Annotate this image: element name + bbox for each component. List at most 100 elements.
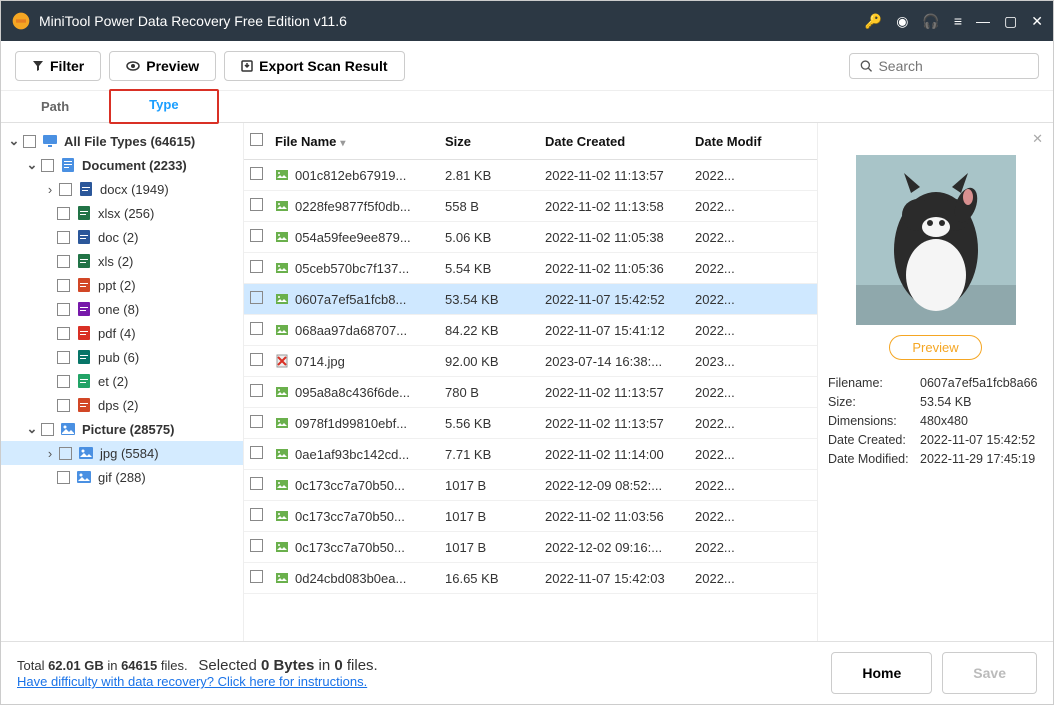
col-name[interactable]: File Name xyxy=(275,134,336,149)
col-modified[interactable]: Date Modif xyxy=(689,123,817,160)
checkbox[interactable] xyxy=(250,446,263,459)
col-created[interactable]: Date Created xyxy=(539,123,689,160)
filetype-icon xyxy=(76,349,92,365)
tree-item[interactable]: pdf (4) xyxy=(1,321,243,345)
checkbox[interactable] xyxy=(57,231,70,244)
file-created: 2022-11-07 15:41:12 xyxy=(539,315,689,346)
tab-path[interactable]: Path xyxy=(1,91,109,122)
tree-item[interactable]: one (8) xyxy=(1,297,243,321)
table-row[interactable]: 0607a7ef5a1fcb8...53.54 KB2022-11-07 15:… xyxy=(244,284,817,315)
checkbox[interactable] xyxy=(250,322,263,335)
table-row[interactable]: 0ae1af93bc142cd...7.71 KB2022-11-02 11:1… xyxy=(244,439,817,470)
tree-item[interactable]: xlsx (256) xyxy=(1,201,243,225)
checkbox[interactable] xyxy=(250,260,263,273)
tree-item[interactable]: xls (2) xyxy=(1,249,243,273)
image-file-icon xyxy=(275,168,289,182)
file-size: 1017 B xyxy=(439,470,539,501)
search-box[interactable] xyxy=(849,53,1039,79)
image-file-icon xyxy=(275,199,289,213)
checkbox[interactable] xyxy=(250,415,263,428)
checkbox[interactable] xyxy=(57,303,70,316)
table-row[interactable]: 0c173cc7a70b50...1017 B2022-11-02 11:03:… xyxy=(244,501,817,532)
table-row[interactable]: 0d24cbd083b0ea...16.65 KB2022-11-07 15:4… xyxy=(244,563,817,594)
help-link[interactable]: Have difficulty with data recovery? Clic… xyxy=(17,674,367,689)
preview-open-button[interactable]: Preview xyxy=(889,335,981,360)
image-file-icon xyxy=(275,447,289,461)
file-created: 2022-11-02 11:05:36 xyxy=(539,253,689,284)
checkbox[interactable] xyxy=(250,477,263,490)
checkbox[interactable] xyxy=(250,384,263,397)
table-row[interactable]: 054a59fee9ee879...5.06 KB2022-11-02 11:0… xyxy=(244,222,817,253)
checkbox[interactable] xyxy=(57,327,70,340)
maximize-icon[interactable]: ▢ xyxy=(1004,13,1017,30)
table-row[interactable]: 0978f1d99810ebf...5.56 KB2022-11-02 11:1… xyxy=(244,408,817,439)
tree-item[interactable]: doc (2) xyxy=(1,225,243,249)
filter-button[interactable]: Filter xyxy=(15,51,101,81)
table-row[interactable]: 0714.jpg92.00 KB2023-07-14 16:38:...2023… xyxy=(244,346,817,377)
headphones-icon[interactable]: 🎧 xyxy=(922,13,939,30)
checkbox[interactable] xyxy=(250,229,263,242)
export-button[interactable]: Export Scan Result xyxy=(224,51,404,81)
tree-document[interactable]: ⌄ Document (2233) xyxy=(1,153,243,177)
table-row[interactable]: 0228fe9877f5f0db...558 B2022-11-02 11:13… xyxy=(244,191,817,222)
col-size[interactable]: Size xyxy=(439,123,539,160)
checkbox[interactable] xyxy=(41,423,54,436)
checkbox[interactable] xyxy=(41,159,54,172)
checkbox[interactable] xyxy=(57,351,70,364)
checkbox[interactable] xyxy=(250,353,263,366)
checkbox[interactable] xyxy=(57,207,70,220)
close-icon[interactable]: ✕ xyxy=(1031,13,1043,30)
menu-icon[interactable]: ≡ xyxy=(954,13,962,29)
tree-label: xlsx (256) xyxy=(98,206,154,221)
minimize-icon[interactable]: — xyxy=(976,13,990,29)
file-size: 780 B xyxy=(439,377,539,408)
checkbox[interactable] xyxy=(57,375,70,388)
checkbox[interactable] xyxy=(250,291,263,304)
table-row[interactable]: 095a8a8c436f6de...780 B2022-11-02 11:13:… xyxy=(244,377,817,408)
checkbox[interactable] xyxy=(57,399,70,412)
image-file-icon xyxy=(275,230,289,244)
toolbar: Filter Preview Export Scan Result xyxy=(1,41,1053,91)
checkbox[interactable] xyxy=(57,471,70,484)
checkbox[interactable] xyxy=(23,135,36,148)
preview-button[interactable]: Preview xyxy=(109,51,216,81)
checkbox[interactable] xyxy=(250,198,263,211)
tree-picture[interactable]: ⌄ Picture (28575) xyxy=(1,417,243,441)
checkbox[interactable] xyxy=(57,255,70,268)
checkbox[interactable] xyxy=(59,447,72,460)
table-row[interactable]: 05ceb570bc7f137...5.54 KB2022-11-02 11:0… xyxy=(244,253,817,284)
tree-item[interactable]: et (2) xyxy=(1,369,243,393)
tree-item[interactable]: ›docx (1949) xyxy=(1,177,243,201)
sidebar: ⌄ All File Types (64615) ⌄ Document (223… xyxy=(1,123,244,641)
key-icon[interactable]: 🔑 xyxy=(865,13,882,30)
tree-item[interactable]: dps (2) xyxy=(1,393,243,417)
tree-item[interactable]: gif (288) xyxy=(1,465,243,489)
table-row[interactable]: 068aa97da68707...84.22 KB2022-11-07 15:4… xyxy=(244,315,817,346)
tree-item[interactable]: pub (6) xyxy=(1,345,243,369)
checkbox[interactable] xyxy=(250,539,263,552)
table-row[interactable]: 0c173cc7a70b50...1017 B2022-12-09 08:52:… xyxy=(244,470,817,501)
disc-icon[interactable]: ◉ xyxy=(896,13,908,30)
close-preview-icon[interactable]: ✕ xyxy=(828,131,1043,147)
checkbox[interactable] xyxy=(57,279,70,292)
footer: Total 62.01 GB in 64615 files. Selected … xyxy=(1,641,1053,704)
meta-key: Size: xyxy=(828,395,920,409)
monitor-icon xyxy=(42,133,58,149)
tree-item[interactable]: ppt (2) xyxy=(1,273,243,297)
search-input[interactable] xyxy=(878,58,1028,74)
checkbox-all[interactable] xyxy=(250,133,263,146)
checkbox[interactable] xyxy=(59,183,72,196)
file-modified: 2022... xyxy=(689,408,817,439)
home-button[interactable]: Home xyxy=(831,652,932,694)
tree-item[interactable]: ›jpg (5584) xyxy=(1,441,243,465)
checkbox[interactable] xyxy=(250,570,263,583)
filetype-icon xyxy=(78,181,94,197)
table-row[interactable]: 001c812eb67919...2.81 KB2022-11-02 11:13… xyxy=(244,160,817,191)
checkbox[interactable] xyxy=(250,167,263,180)
table-row[interactable]: 0c173cc7a70b50...1017 B2022-12-02 09:16:… xyxy=(244,532,817,563)
tab-type[interactable]: Type xyxy=(109,89,218,124)
tree-root[interactable]: ⌄ All File Types (64615) xyxy=(1,129,243,153)
save-button[interactable]: Save xyxy=(942,652,1037,694)
checkbox[interactable] xyxy=(250,508,263,521)
file-created: 2022-11-02 11:13:57 xyxy=(539,377,689,408)
